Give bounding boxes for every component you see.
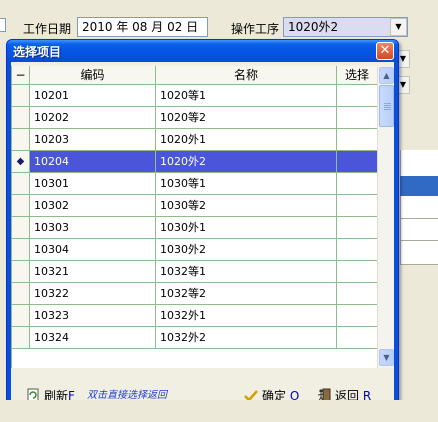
cell-name[interactable]: 1030等2 [156,195,337,216]
table-row[interactable]: 10324 1032外2 [12,327,377,349]
close-icon: ✕ [379,43,391,58]
row-indicator [12,261,30,282]
scroll-up-button[interactable]: ▲ [379,67,394,84]
table-row[interactable]: 10322 1032等2 [12,283,377,305]
collapse-indicator-header[interactable]: − [12,66,30,85]
cell-code[interactable]: 10323 [30,305,156,326]
background-grid-line [400,264,438,265]
background-bottom-area [0,400,438,422]
column-header-code[interactable]: 编码 [30,66,156,85]
cell-pick[interactable] [337,217,377,238]
cell-name[interactable]: 1032等2 [156,283,337,304]
cell-pick[interactable] [337,305,377,326]
cell-pick[interactable] [337,261,377,282]
cell-name[interactable]: 1032等1 [156,261,337,282]
table-row[interactable]: 10303 1030外1 [12,217,377,239]
row-indicator: ◆ [12,151,30,172]
cell-pick[interactable] [337,239,377,260]
dialog-client-area: − 编码 名称 选择 10201 1020等1 10202 1020等2 10203 10… [11,62,394,411]
cell-code[interactable]: 10301 [30,173,156,194]
dialog-title-bar[interactable]: 选择项目 ✕ [7,40,398,62]
cell-name[interactable]: 1020外1 [156,129,337,150]
table-row[interactable]: 10321 1032等1 [12,261,377,283]
cell-code[interactable]: 10302 [30,195,156,216]
cell-name[interactable]: 1030等1 [156,173,337,194]
cell-name[interactable]: 1032外1 [156,305,337,326]
work-date-field[interactable]: 2010 年 08 月 02 日 [77,17,208,37]
cell-pick[interactable] [337,107,377,128]
cell-name[interactable]: 1020等2 [156,107,337,128]
close-button[interactable]: ✕ [376,42,394,60]
cell-name[interactable]: 1032外2 [156,327,337,348]
scroll-thumb[interactable] [379,85,394,127]
table-row[interactable]: 10302 1030等2 [12,195,377,217]
process-label: 操作工序 [231,22,280,36]
row-indicator [12,129,30,150]
cell-name[interactable]: 1020外2 [156,151,337,172]
cell-pick[interactable] [337,85,377,106]
background-grid-line [400,218,438,219]
vertical-scrollbar[interactable]: ▲ ▼ [377,66,394,368]
cell-code[interactable]: 10322 [30,283,156,304]
cell-code[interactable]: 10303 [30,217,156,238]
cell-name[interactable]: 1030外1 [156,217,337,238]
column-header-name[interactable]: 名称 [156,66,337,85]
cell-code[interactable]: 10321 [30,261,156,282]
table-row[interactable]: ◆ 10204 1020外2 [12,151,377,173]
select-item-dialog: 选择项目 ✕ − 编码 名称 选择 10201 1020等1 10202 1020等2… [6,39,399,414]
item-grid[interactable]: − 编码 名称 选择 10201 1020等1 10202 1020等2 10203 10… [11,66,377,368]
row-indicator [12,195,30,216]
row-indicator [12,239,30,260]
row-indicator [12,85,30,106]
row-indicator [12,327,30,348]
row-indicator [12,283,30,304]
cell-code[interactable]: 10203 [30,129,156,150]
cell-code[interactable]: 10204 [30,151,156,172]
work-date-label: 工作日期 [23,22,72,36]
cell-code[interactable]: 10202 [30,107,156,128]
cell-pick[interactable] [337,173,377,194]
process-combo-value: 1020外2 [288,20,339,34]
background-grid-line [400,240,438,241]
scroll-down-button[interactable]: ▼ [379,349,394,366]
row-indicator [12,107,30,128]
cell-code[interactable]: 10304 [30,239,156,260]
row-indicator [12,305,30,326]
row-indicator [12,217,30,238]
cell-pick[interactable] [337,283,377,304]
table-row[interactable]: 10323 1032外1 [12,305,377,327]
table-row[interactable]: 10201 1020等1 [12,85,377,107]
cell-name[interactable]: 1020等1 [156,85,337,106]
background-grid-edge [400,150,438,265]
row-indicator [12,173,30,194]
table-row[interactable]: 10202 1020等2 [12,107,377,129]
table-row[interactable]: 10203 1020外1 [12,129,377,151]
table-row[interactable]: 10301 1030等1 [12,173,377,195]
cell-pick[interactable] [337,327,377,348]
dialog-title: 选择项目 [13,45,62,59]
background-grid-selected-row [400,176,438,196]
process-combo-dropdown-button[interactable]: ▼ [390,18,407,36]
background-panel-edge [0,18,6,32]
table-row[interactable]: 10304 1030外2 [12,239,377,261]
cell-pick[interactable] [337,129,377,150]
cell-pick[interactable] [337,151,377,172]
column-header-pick[interactable]: 选择 [337,66,377,85]
cell-code[interactable]: 10201 [30,85,156,106]
grid-header: − 编码 名称 选择 [12,66,377,85]
cell-code[interactable]: 10324 [30,327,156,348]
cell-pick[interactable] [337,195,377,216]
cell-name[interactable]: 1030外2 [156,239,337,260]
